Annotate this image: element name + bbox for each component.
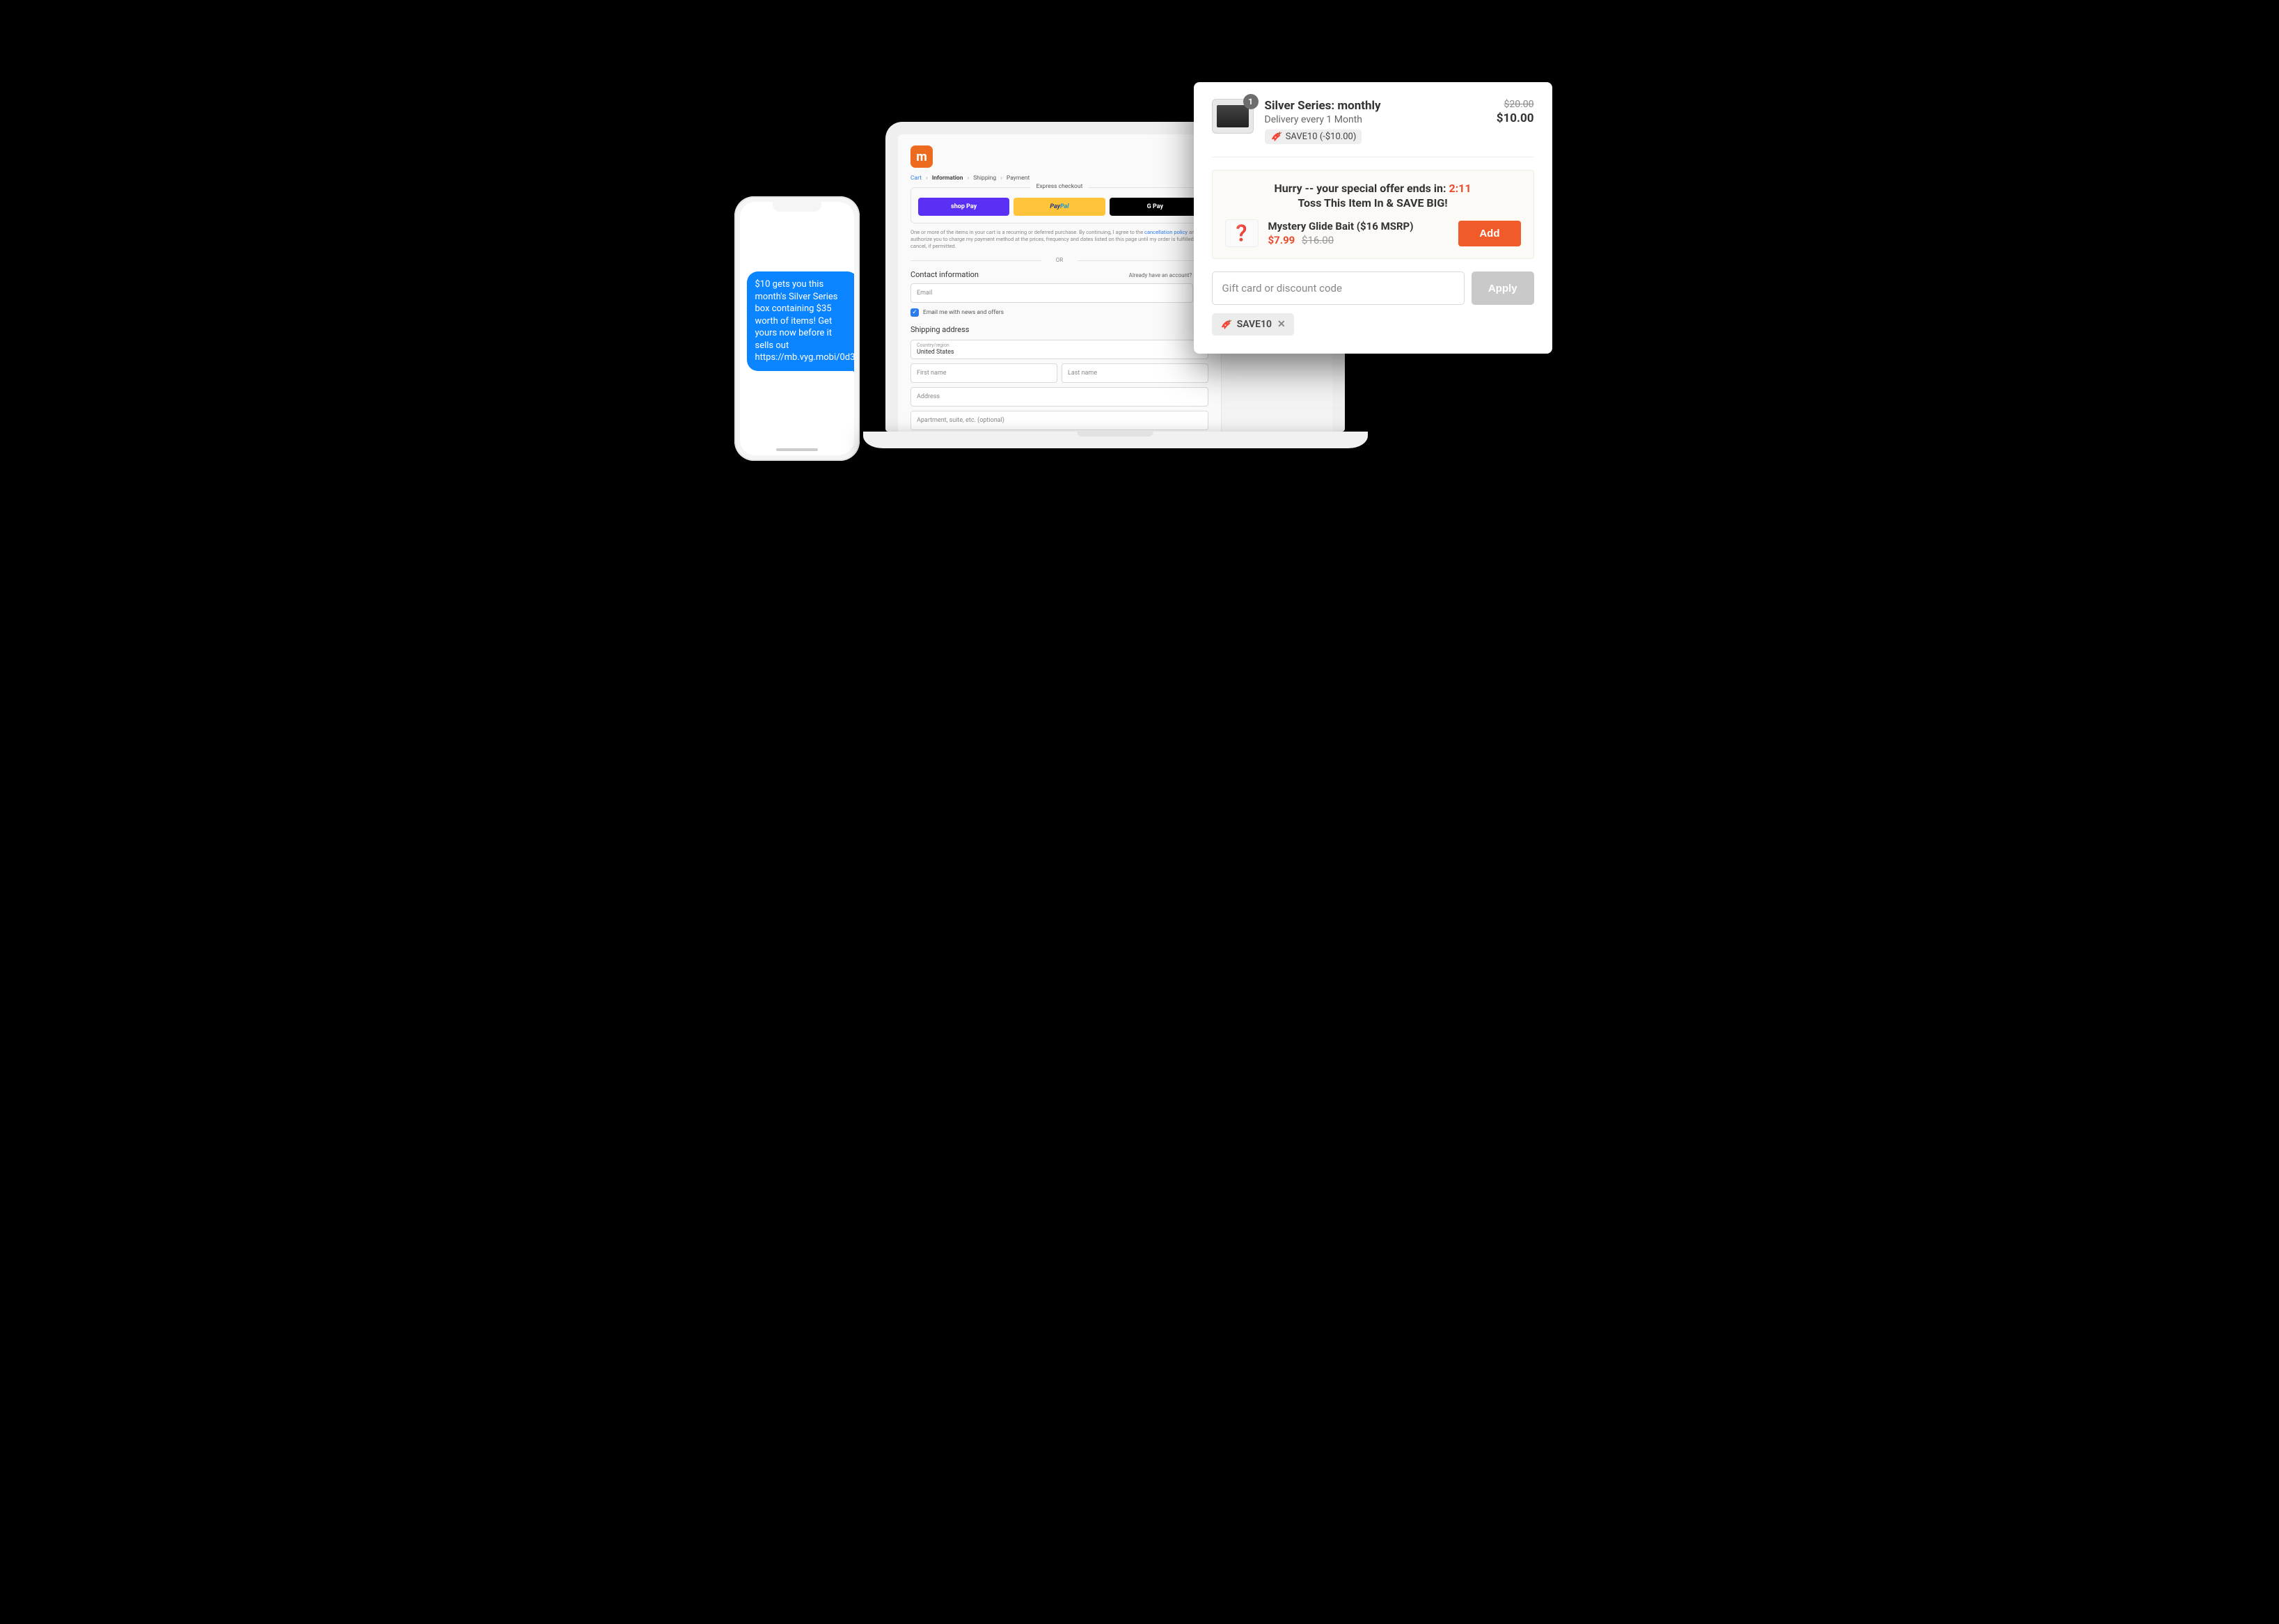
country-select[interactable]: Country/region United States ▾ [910,340,1208,359]
applied-discount-chip: 🔖 SAVE10 ✕ [1212,313,1294,336]
cancellation-policy-link[interactable]: cancellation policy [1144,229,1188,235]
tag-icon: 🔖 [1270,131,1281,142]
or-divider: OR [910,257,1208,263]
breadcrumb-payment: Payment [1007,175,1030,182]
news-label: Email me with news and offers [923,309,1004,316]
product-thumb: 1 [1212,99,1254,134]
product-title: Silver Series: monthly [1265,99,1467,113]
upsell-title: Mystery Glide Bait ($16 MSRP) [1268,220,1449,232]
offer-subhead: Toss This Item In & SAVE BIG! [1225,196,1521,210]
express-checkout: Express checkout shop Pay PayPal G Pay [910,187,1208,223]
subscription-disclaimer: One or more of the items in your cart is… [910,229,1208,250]
last-name-field[interactable]: Last name [1062,363,1208,383]
upsell-offer: Hurry -- your special offer ends in: 2:1… [1212,170,1534,259]
shop-pay-button[interactable]: shop Pay [918,198,1009,216]
home-indicator [776,448,818,451]
apt-field[interactable]: Apartment, suite, etc. (optional) [910,411,1208,430]
phone-screen: $10 gets you this month's Silver Series … [740,202,854,455]
tag-icon: 🔖 [1220,319,1231,330]
express-label: Express checkout [1031,183,1089,190]
apply-button[interactable]: Apply [1472,271,1534,305]
qty-badge: 1 [1243,94,1259,109]
checkout-form: m Cart › Information › Shipping › Paymen… [898,134,1221,432]
sms-message: $10 gets you this month's Silver Series … [747,271,854,371]
first-name-field[interactable]: First name [910,363,1057,383]
phone-notch [773,202,821,212]
price-original: $20.00 [1478,99,1534,110]
discount-input[interactable]: Gift card or discount code [1212,271,1465,305]
breadcrumb: Cart › Information › Shipping › Payment [910,175,1208,182]
gpay-button[interactable]: G Pay [1110,198,1201,216]
breadcrumb-shipping: Shipping [973,175,996,182]
paypal-button[interactable]: PayPal [1014,198,1105,216]
address-field[interactable]: Address [910,387,1208,407]
offer-headline: Hurry -- your special offer ends in: 2:1… [1225,182,1521,195]
laptop-base [863,432,1368,448]
shipping-heading: Shipping address [910,325,1208,334]
cart-detail-card: 1 Silver Series: monthly Delivery every … [1194,82,1552,354]
product-frequency: Delivery every 1 Month [1265,114,1467,125]
remove-discount-icon[interactable]: ✕ [1277,319,1286,330]
breadcrumb-info: Information [932,175,963,182]
upsell-compare-price: $16.00 [1302,234,1334,246]
phone-mockup: $10 gets you this month's Silver Series … [734,196,860,461]
product-discount-tag: 🔖 SAVE10 (-$10.00) [1265,129,1362,144]
news-checkbox[interactable]: ✓ [910,308,919,317]
brand-logo: m [910,145,933,168]
price-final: $10.00 [1478,111,1534,125]
email-field[interactable]: Email [910,283,1193,303]
upsell-sale-price: $7.99 [1268,234,1295,246]
contact-heading: Contact information [910,270,979,279]
upsell-thumb: ❓ [1225,219,1259,247]
add-upsell-button[interactable]: Add [1458,221,1520,246]
offer-timer: 2:11 [1449,182,1471,195]
breadcrumb-cart[interactable]: Cart [910,175,922,182]
